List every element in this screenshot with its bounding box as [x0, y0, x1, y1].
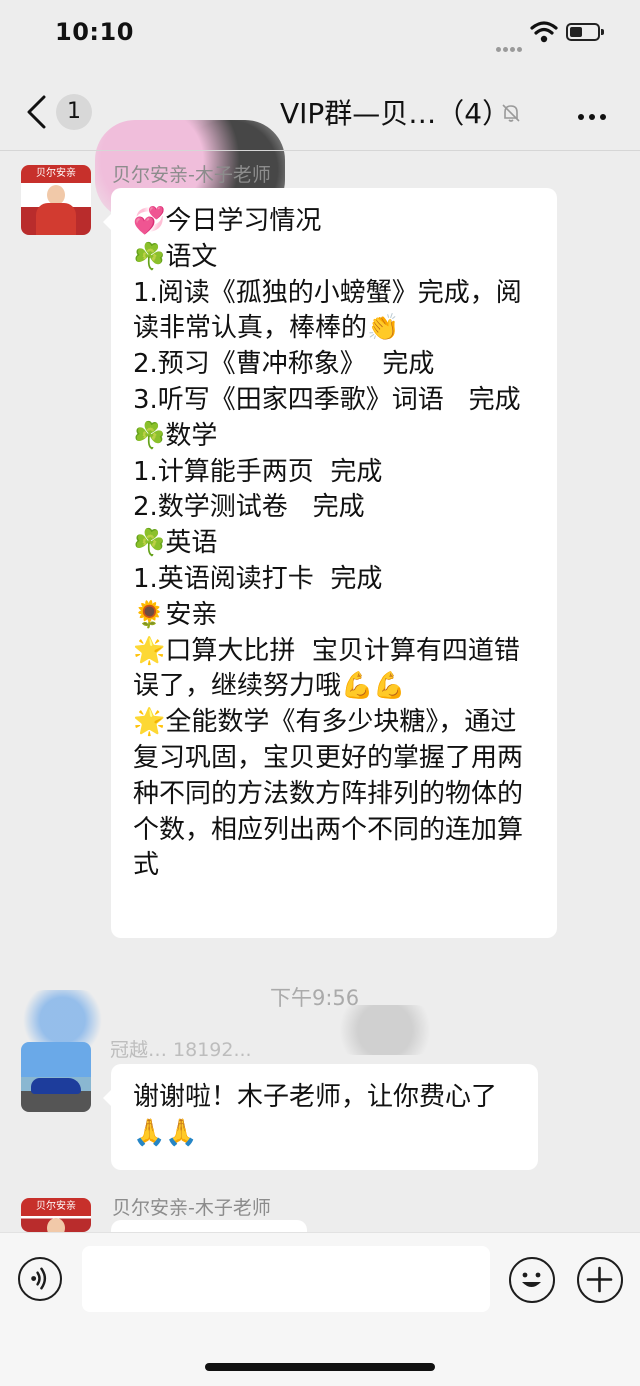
unread-count-badge[interactable]: 1: [56, 94, 92, 130]
battery-icon: [566, 23, 604, 41]
smiley-icon: [522, 1272, 541, 1287]
header-divider: [0, 150, 640, 151]
plus-icon: [586, 1266, 613, 1293]
message-bubble[interactable]: 💞今日学习情况 ☘️语文 1.阅读《孤独的小螃蟹》完成，阅读非常认真，棒棒的👏 …: [103, 188, 557, 938]
home-indicator: [205, 1363, 435, 1371]
message-text: 💞今日学习情况 ☘️语文 1.阅读《孤独的小螃蟹》完成，阅读非常认真，棒棒的👏 …: [133, 206, 524, 881]
message-bubble[interactable]: [103, 1220, 307, 1262]
emoji-button[interactable]: [509, 1257, 555, 1303]
redacted-blur: [15, 990, 110, 1050]
avatar-teacher[interactable]: 贝尔安亲: [21, 1198, 91, 1232]
message-bubble[interactable]: 谢谢啦！木子老师，让你费心了🙏🙏: [103, 1064, 538, 1170]
chat-title-text: VIP群—贝…（4）: [280, 97, 511, 130]
back-chevron-icon[interactable]: [22, 94, 52, 130]
cellular-signal-icon: [496, 37, 524, 56]
add-attachment-button[interactable]: [577, 1257, 623, 1303]
chat-header: 1 VIP群—贝…（4）: [0, 70, 640, 220]
message-text: 谢谢啦！木子老师，让你费心了🙏🙏: [133, 1082, 498, 1148]
more-options-icon[interactable]: [578, 105, 612, 120]
sender-name: 冠越… 18192...: [110, 1039, 252, 1061]
avatar-teacher[interactable]: 贝尔安亲: [21, 165, 91, 235]
status-time: 10:10: [55, 18, 134, 46]
avatar-parent[interactable]: [21, 1042, 91, 1112]
sender-name: 贝尔安亲-木子老师: [112, 164, 271, 186]
redacted-smudge: [330, 1005, 440, 1055]
wifi-icon: [530, 21, 558, 43]
voice-wave-icon: [31, 1267, 47, 1290]
status-bar: 10:10: [0, 0, 640, 70]
voice-input-button[interactable]: [18, 1257, 62, 1301]
mute-bell-icon: [502, 104, 520, 122]
message-input[interactable]: [82, 1246, 490, 1312]
avatar-logo-text: 贝尔安亲: [21, 165, 91, 183]
sender-name: 贝尔安亲-木子老师: [112, 1197, 271, 1219]
input-bar: [0, 1232, 640, 1386]
avatar-logo-text: 贝尔安亲: [21, 1198, 91, 1216]
